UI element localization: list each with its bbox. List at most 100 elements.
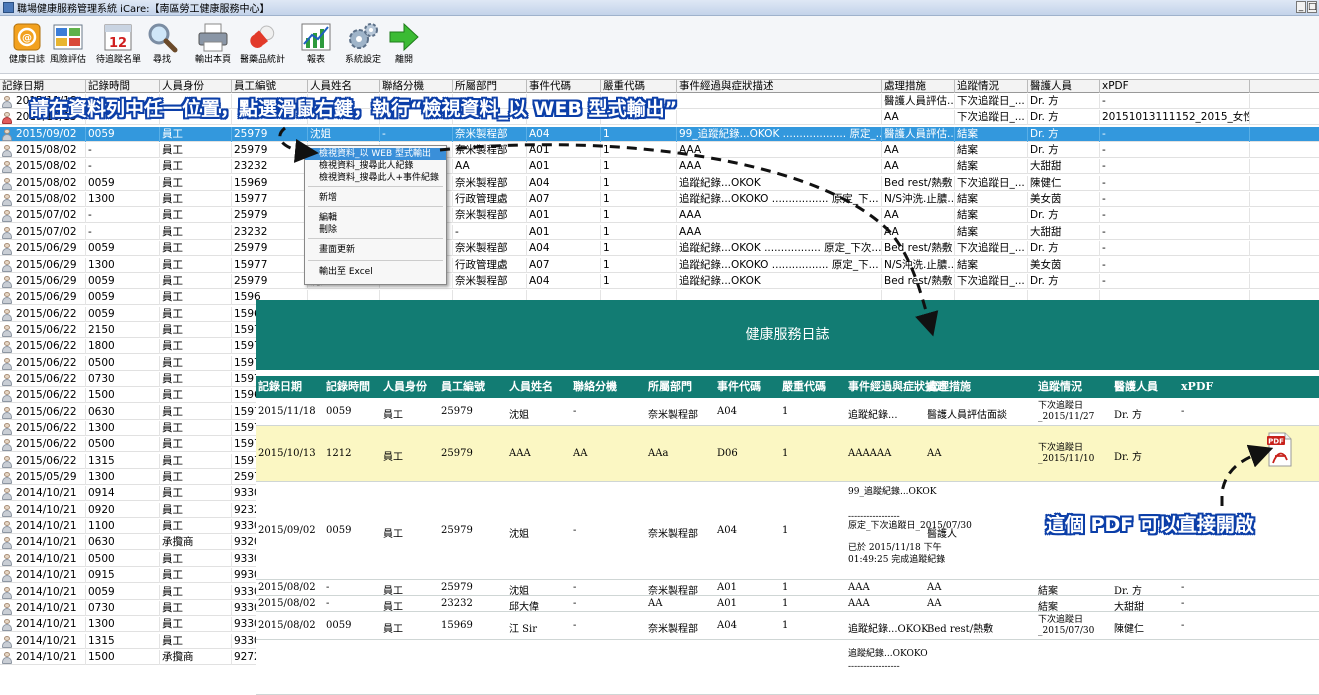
web-header-cell: 嚴重代碼 (782, 380, 826, 393)
table-cell: 1300 (86, 470, 160, 486)
table-cell: Dr. 方 (1028, 126, 1100, 142)
person-icon (2, 324, 12, 337)
web-cell: 25979 (441, 525, 473, 536)
context-menu-item[interactable]: 檢視資料_搜尋此人紀錄 (305, 160, 446, 172)
web-cell: 員工 (383, 624, 403, 635)
table-cell: 結案 (955, 208, 1028, 224)
web-table-row: 2015/08/02 0059 員工 15969 江 Sir - 奈米製程部 A04 1 追蹤紀錄… (256, 612, 1319, 640)
table-cell: - (1100, 143, 1250, 159)
table-cell: A04 (527, 175, 601, 191)
table-cell: 員工 (160, 355, 232, 371)
svg-text:12: 12 (109, 36, 127, 51)
exit-arrow-icon (387, 20, 421, 54)
journal-icon: @ (10, 20, 44, 54)
table-cell: 0059 (86, 273, 160, 289)
toolbar-button-8[interactable]: 系統設定 (341, 18, 385, 72)
toolbar-button-3[interactable]: 12 待追蹤名單 (96, 18, 141, 72)
table-cell: 奈米製程部 (453, 175, 527, 191)
table-cell: - (1100, 175, 1250, 191)
person-icon (2, 602, 12, 615)
person-icon (2, 145, 12, 158)
table-cell: 0630 (86, 535, 160, 551)
menu-separator (308, 186, 443, 187)
grid-header-cell: 處理措施 (882, 80, 955, 93)
table-cell: 大甜甜 (1028, 224, 1100, 240)
web-cell: - (573, 582, 577, 593)
web-header-cell: 追蹤情況 (1038, 380, 1082, 393)
table-cell: 員工 (160, 486, 232, 502)
web-cell: 結案 (1038, 602, 1058, 613)
web-header-cell: 記錄時間 (326, 380, 370, 393)
table-cell: 1 (601, 159, 677, 175)
web-table-row: 2015/10/13 1212 員工 25979 AAA AA AAa D06 1 AAAAAA A… (256, 426, 1319, 482)
person-icon (2, 96, 12, 108)
table-cell: 大甜甜 (1028, 159, 1100, 175)
table-row[interactable]: 2015/07/02- 員工 23232- A01 1 AAA AA 結案 大甜甜 - (0, 224, 1319, 240)
table-cell: 員工 (160, 617, 232, 633)
risk-assessment-icon (51, 20, 85, 54)
table-row[interactable]: 2015/08/02- 員工 23232 AA A01 1 AAA AA 結案 大甜甜 - (0, 159, 1319, 175)
web-cell: A01 (717, 598, 737, 609)
table-cell: AAA (677, 208, 882, 224)
table-row[interactable]: 2015/06/29 0059 員工 25979 奈米製程部 A04 1 追蹤紀錄...OKO… (0, 241, 1319, 257)
table-cell: 0914 (86, 486, 160, 502)
minimize-button[interactable]: _ (1296, 1, 1306, 13)
toolbar-button-4[interactable]: 尋找 (140, 18, 184, 72)
context-menu-item[interactable]: 檢視資料_搜尋此人+事件紀錄 (305, 172, 446, 184)
context-menu-item[interactable]: 檢視資料_以 WEB 型式輸出 (305, 148, 446, 160)
toolbar-button-7[interactable]: 報表 (294, 18, 338, 72)
table-cell: AAA (677, 143, 882, 159)
table-row[interactable]: 2015/08/02 0059 員工 15969 奈米製程部 A04 1 追蹤紀錄...OKO… (0, 175, 1319, 191)
toolbar-button-5[interactable]: 輸出本頁 (191, 18, 235, 72)
web-cell: AAA (848, 582, 870, 593)
web-cell: 員工 (383, 452, 403, 463)
table-row[interactable]: 2015/07/02- 員工 25979 奈米製程部 A01 1 AAA AA 結案 Dr. 方- (0, 208, 1319, 224)
table-cell: 23232 (232, 224, 308, 240)
table-row[interactable]: 2015/06/29 1300 員工 15977 行政管理處 A07 1 追蹤紀錄...OKO… (0, 257, 1319, 273)
web-cell: 25979 (441, 582, 473, 593)
context-menu-item[interactable]: 刪除 (305, 224, 446, 236)
table-cell: 0730 (86, 600, 160, 616)
table-row[interactable]: 2015/08/02- 員工 25979 奈米製程部 A01 1 AAA AA 結案 Dr. 方- (0, 143, 1319, 159)
table-cell: 員工 (160, 143, 232, 159)
web-cell: 追蹤紀錄...OKOK (848, 624, 929, 635)
web-cell: 沈姐 (509, 586, 529, 597)
web-cell: 25979 (441, 448, 473, 459)
context-menu-item[interactable]: 輸出至 Excel (305, 266, 446, 278)
person-icon (2, 390, 12, 403)
web-cell: 沈姐 (509, 410, 529, 421)
table-cell: A01 (527, 224, 601, 240)
table-cell: 員工 (160, 241, 232, 257)
table-cell: 0500 (86, 437, 160, 453)
context-menu-item[interactable]: 編輯 (305, 212, 446, 224)
context-menu-item[interactable]: 畫面更新 (305, 244, 446, 256)
app-window: 職場健康服務管理系統 iCare:【南區勞工健康服務中心】 _ □ @ 健康日誌風… (0, 0, 1319, 695)
toolbar-button-2[interactable]: 風險評估 (46, 18, 90, 72)
table-cell: AA (882, 208, 955, 224)
table-row[interactable]: 2015/08/02 1300 員工 15977 行政管理處 A07 1 追蹤紀錄...OKO… (0, 192, 1319, 208)
web-cell: 1 (782, 598, 789, 609)
pdf-icon[interactable]: PDF (1267, 430, 1293, 468)
web-cell: - (573, 620, 577, 631)
context-menu-item[interactable]: 新增 (305, 192, 446, 204)
toolbar-button-6[interactable]: 醫藥品統計 (240, 18, 285, 72)
table-row[interactable]: 2015/09/02 0059 員工 25979 沈姐 - 奈米製程部 A04 1 99_追蹤紀錄… (0, 126, 1319, 142)
grid-header-cell: 事件經過與症狀描述 (677, 80, 882, 93)
grid-header-cell: 記錄時間 (86, 80, 160, 93)
table-cell: 奈米製程部 (453, 126, 527, 142)
table-cell: 美女茵 (1028, 257, 1100, 273)
person-icon (2, 341, 12, 354)
maximize-button[interactable]: □ (1307, 1, 1317, 13)
table-cell: 0500 (86, 551, 160, 567)
web-cell: - (1181, 582, 1185, 593)
toolbar-button-9[interactable]: 離開 (382, 18, 426, 72)
instruction-callout: 請在資料列中任一位置，點選滑鼠右鍵，執行“檢視資料_以 WEB 型式輸出” (30, 98, 678, 120)
table-cell: 追蹤紀錄...OKOK (677, 273, 882, 289)
table-cell: 醫護人員評估... (884, 94, 955, 109)
table-cell: - (1100, 224, 1250, 240)
table-row[interactable]: 2015/06/290059員工25979沈姐-奈米製程部A041追蹤紀錄...… (0, 273, 1319, 289)
toolbar-button-1[interactable]: @ 健康日誌 (5, 18, 49, 72)
person-icon (2, 472, 12, 485)
web-cell: 追蹤紀錄... (848, 410, 898, 421)
table-cell: 2014/10/21 (14, 649, 86, 665)
